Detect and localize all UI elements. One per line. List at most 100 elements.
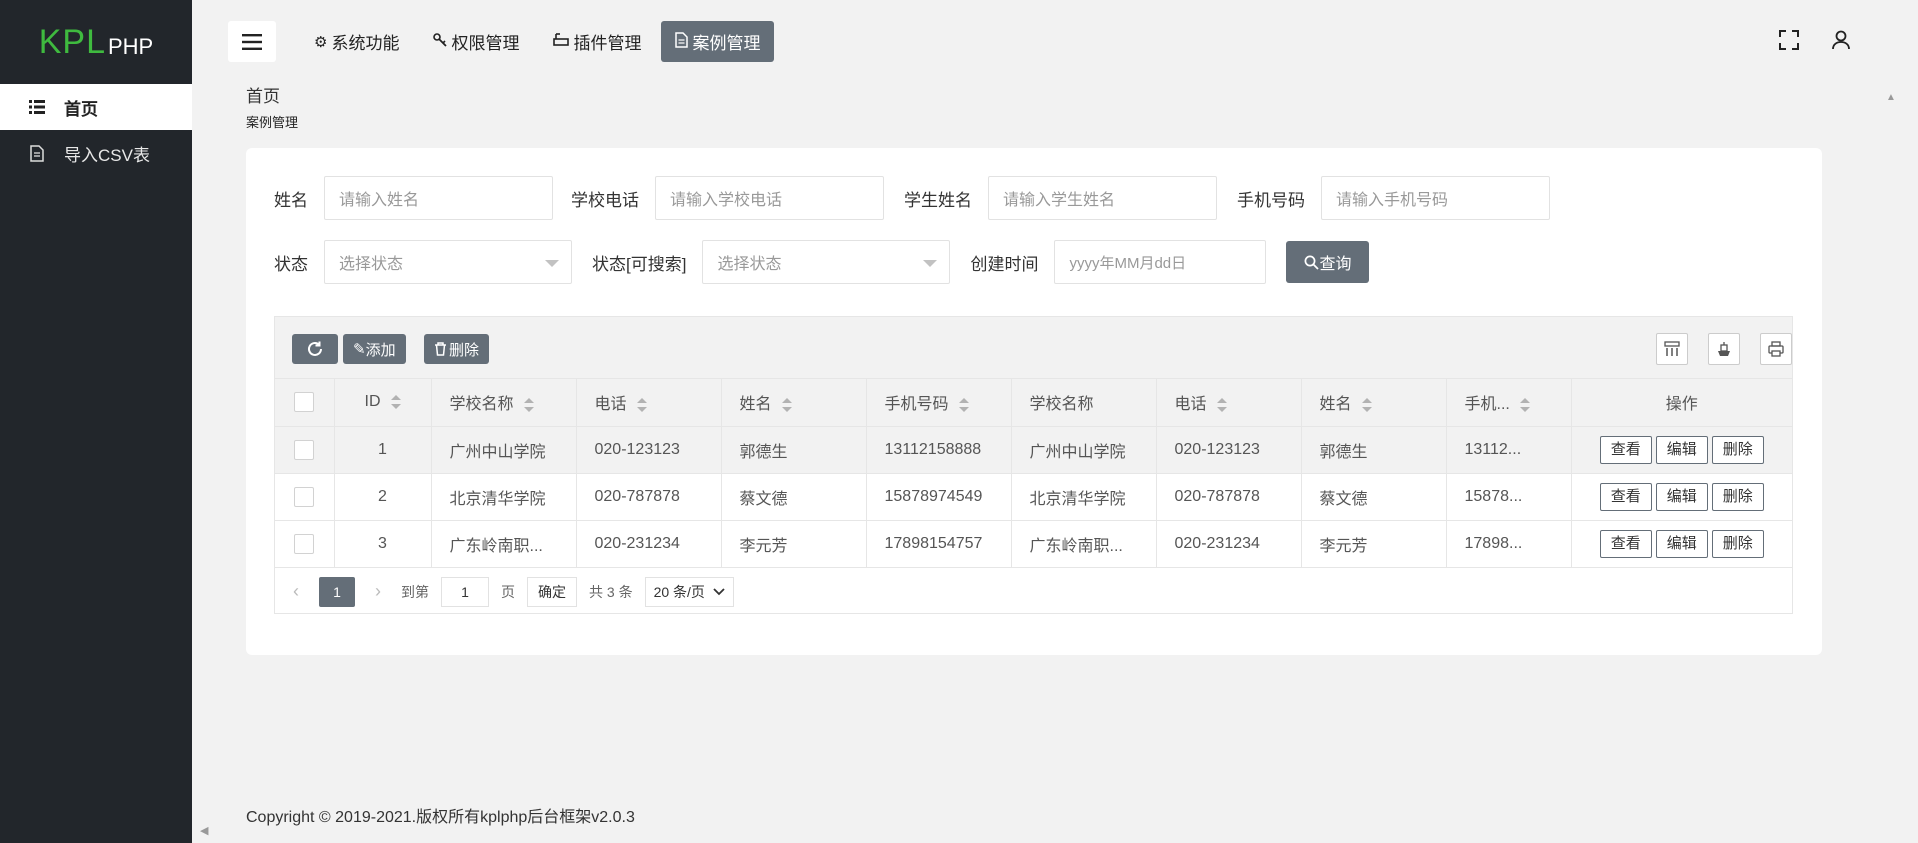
delete-button[interactable]: 删除: [424, 334, 490, 364]
header-actions: [1778, 28, 1852, 52]
add-label: 添加: [365, 341, 396, 359]
cell-mobile: 17898...: [1446, 520, 1572, 568]
data-table: ID 学校名称 电话 姓名 手机号码 学校名称 电话 姓名 手机... 操作 1…: [275, 379, 1792, 568]
goto-label: 到第: [401, 583, 429, 600]
row-select-cell: [275, 426, 335, 474]
cell-id: 3: [334, 520, 432, 568]
cell-name: 蔡文德: [721, 473, 867, 521]
sort-icon[interactable]: [781, 398, 792, 413]
hamburger-icon: [242, 33, 262, 50]
sort-icon[interactable]: [390, 395, 401, 410]
status-search-label: 状态[可搜索]: [592, 254, 687, 274]
delete-row-button[interactable]: 删除: [1711, 482, 1764, 511]
hamburger-menu-button[interactable]: [228, 21, 276, 62]
row-checkbox[interactable]: [294, 486, 315, 507]
sort-icon[interactable]: [1361, 398, 1372, 413]
total-count: 共 3 条: [589, 583, 633, 600]
tab-plugin[interactable]: 插件管理: [539, 21, 655, 62]
next-page-icon[interactable]: ›: [375, 581, 381, 602]
edit-button[interactable]: 编辑: [1655, 482, 1708, 511]
list-icon: [28, 98, 46, 116]
page-current[interactable]: 1: [319, 576, 355, 607]
columns-button[interactable]: [1656, 333, 1688, 365]
view-button[interactable]: 查看: [1599, 529, 1652, 558]
table-toolbar: ✎ 添加 删除: [275, 317, 1792, 379]
cell-id: 2: [334, 473, 432, 521]
page-confirm-button[interactable]: 确定: [527, 576, 577, 607]
select-all-checkbox[interactable]: [294, 392, 315, 413]
cell-mobile: 15878974549: [866, 473, 1012, 521]
mobile-label: 手机号码: [1237, 190, 1305, 210]
column-header[interactable]: 电话: [1156, 379, 1302, 427]
status-select[interactable]: 选择状态: [324, 240, 572, 284]
tab-label: 案例管理: [692, 34, 761, 53]
cell-phone: 020-787878: [576, 473, 722, 521]
delete-row-button[interactable]: 删除: [1711, 435, 1764, 464]
cell-name: 李元芳: [1301, 520, 1447, 568]
student-name-input[interactable]: 请输入学生姓名: [988, 176, 1217, 220]
tab-case[interactable]: 案例管理: [661, 21, 775, 62]
school-phone-input[interactable]: 请输入学校电话: [655, 176, 884, 220]
prev-page-icon[interactable]: ‹: [293, 581, 299, 602]
view-button[interactable]: 查看: [1599, 482, 1652, 511]
created-label: 创建时间: [970, 254, 1039, 274]
column-header[interactable]: ID: [334, 379, 432, 427]
caret-down-icon: [545, 260, 559, 267]
delete-row-button[interactable]: 删除: [1711, 529, 1764, 558]
cell-name: 郭德生: [1301, 426, 1447, 474]
column-header[interactable]: 姓名: [721, 379, 867, 427]
mobile-input[interactable]: 请输入手机号码: [1321, 176, 1550, 220]
tab-permission[interactable]: 权限管理: [419, 21, 533, 62]
table-row: 3 广东岭南职... 020-231234 李元芳 17898154757 广东…: [275, 520, 1792, 568]
tab-system[interactable]: ⚙ 系统功能: [300, 21, 413, 62]
edit-button[interactable]: 编辑: [1655, 435, 1708, 464]
page-size-select[interactable]: 20 条/页: [644, 576, 734, 607]
cell-phone: 020-123123: [1156, 426, 1302, 474]
scroll-up-icon[interactable]: ▲: [1886, 92, 1896, 103]
sidebar-item-label: 首页: [64, 99, 98, 119]
search-icon: [1305, 255, 1320, 270]
sort-icon[interactable]: [1519, 398, 1530, 413]
column-header[interactable]: 电话: [576, 379, 722, 427]
column-header[interactable]: 手机...: [1446, 379, 1572, 427]
status-search-select[interactable]: 选择状态: [702, 240, 951, 284]
sort-icon[interactable]: [523, 398, 534, 413]
query-button[interactable]: 查询: [1286, 241, 1370, 283]
print-button[interactable]: [1760, 333, 1792, 365]
add-button[interactable]: ✎ 添加: [343, 334, 406, 364]
tab-label: 插件管理: [573, 34, 642, 53]
sidebar-item-home[interactable]: 首页: [0, 84, 192, 130]
refresh-button[interactable]: [292, 334, 338, 364]
column-header[interactable]: 学校名称: [431, 379, 577, 427]
sidebar-item-label: 导入CSV表: [64, 145, 150, 165]
logo-kpl: KPL: [38, 22, 106, 61]
export-button[interactable]: [1708, 333, 1740, 365]
column-header-label: 学校名称: [449, 396, 514, 414]
collapse-arrow-icon[interactable]: ◀: [200, 824, 208, 837]
cell-phone: 020-231234: [576, 520, 722, 568]
view-button[interactable]: 查看: [1599, 435, 1652, 464]
fullscreen-icon[interactable]: [1778, 28, 1800, 52]
breadcrumb-home[interactable]: 首页: [246, 82, 280, 107]
sort-icon[interactable]: [636, 398, 647, 413]
user-icon[interactable]: [1830, 28, 1852, 52]
document-icon: [675, 31, 689, 52]
column-header[interactable]: 手机号码: [866, 379, 1012, 427]
column-header-label: ID: [364, 393, 381, 411]
column-header[interactable]: 姓名: [1301, 379, 1447, 427]
name-input[interactable]: 请输入姓名: [324, 176, 553, 220]
sidebar-item-import-csv[interactable]: 导入CSV表: [0, 130, 192, 176]
page-jump-input[interactable]: 1: [441, 576, 489, 607]
plugin-icon: [553, 32, 570, 51]
row-checkbox[interactable]: [294, 533, 315, 554]
edit-button[interactable]: 编辑: [1655, 529, 1708, 558]
top-menu: ⚙ 系统功能 权限管理 插件管理 案例管理: [300, 21, 780, 62]
name-label: 姓名: [274, 190, 308, 210]
row-checkbox[interactable]: [294, 439, 315, 460]
sort-icon[interactable]: [958, 398, 969, 413]
created-date-input[interactable]: yyyy年MM月dd日: [1054, 240, 1267, 284]
page-unit-label: 页: [501, 583, 515, 600]
sort-icon[interactable]: [1216, 398, 1227, 413]
cell-ops: 查看 编辑 删除: [1571, 520, 1792, 568]
export-icon: [1718, 342, 1730, 356]
